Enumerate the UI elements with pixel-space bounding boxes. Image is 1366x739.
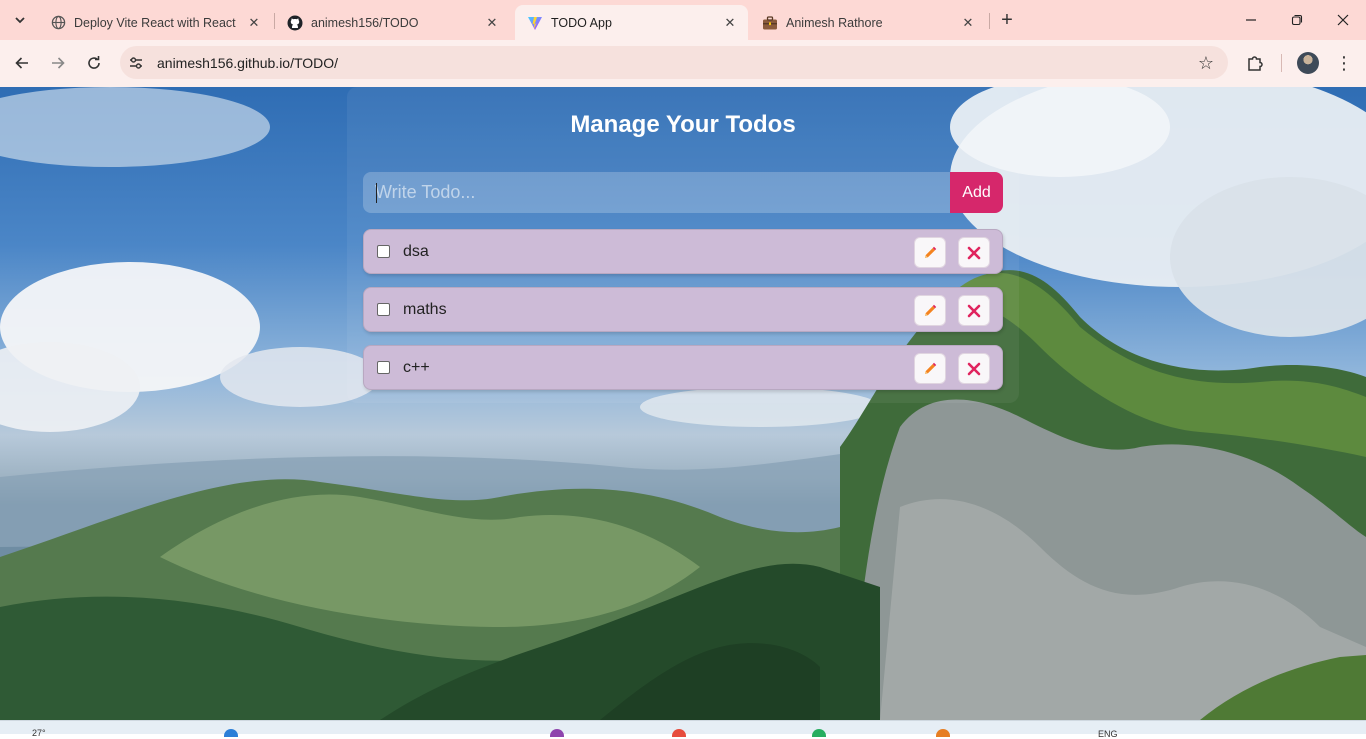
pencil-icon xyxy=(925,304,937,316)
pencil-icon xyxy=(925,246,937,258)
app-icon[interactable] xyxy=(550,729,564,737)
edit-todo-button[interactable] xyxy=(914,353,946,384)
reload-icon xyxy=(88,56,100,69)
more-vertical-icon: ⋮ xyxy=(1335,52,1353,73)
tab-title: Deploy Vite React with React Ro xyxy=(74,15,238,30)
todo-checkbox[interactable] xyxy=(377,303,390,316)
close-icon[interactable]: ✕ xyxy=(484,15,500,31)
url-text: animesh156.github.io/TODO/ xyxy=(157,54,339,71)
edit-todo-button[interactable] xyxy=(914,295,946,326)
toolbar-divider xyxy=(1281,54,1282,72)
tab-github-todo[interactable]: animesh156/TODO ✕ xyxy=(275,5,510,40)
address-bar[interactable]: animesh156.github.io/TODO/ ☆ xyxy=(120,46,1228,79)
page-title: Manage Your Todos xyxy=(570,111,796,138)
back-button[interactable] xyxy=(9,50,35,76)
site-settings-icon[interactable] xyxy=(126,53,146,73)
os-taskbar: 27° ENG xyxy=(0,720,1366,739)
weather-text: 27° xyxy=(32,728,46,738)
close-icon[interactable]: ✕ xyxy=(246,15,262,31)
tab-strip: Deploy Vite React with React Ro ✕ animes… xyxy=(0,0,1366,40)
delete-todo-button[interactable] xyxy=(958,295,990,326)
arrow-left-icon xyxy=(15,57,28,69)
pencil-icon xyxy=(925,362,937,374)
start-icon[interactable] xyxy=(224,729,238,737)
todo-text: c++ xyxy=(403,359,430,376)
close-icon xyxy=(967,304,981,317)
reload-button[interactable] xyxy=(81,50,107,76)
github-icon xyxy=(287,15,303,31)
close-icon xyxy=(967,246,981,259)
todo-checkbox[interactable] xyxy=(377,245,390,258)
close-icon[interactable]: ✕ xyxy=(960,15,976,31)
close-icon xyxy=(967,362,981,375)
briefcase-icon xyxy=(762,15,778,31)
language-indicator[interactable]: ENG xyxy=(1098,729,1118,739)
arrow-right-icon xyxy=(52,57,65,69)
forward-button[interactable] xyxy=(45,50,71,76)
tab-search-button[interactable] xyxy=(8,8,32,32)
tab-todo-app[interactable]: TODO App ✕ xyxy=(515,5,748,40)
new-tab-button[interactable]: + xyxy=(996,9,1018,31)
browser-toolbar: animesh156.github.io/TODO/ ☆ ⋮ xyxy=(0,40,1366,87)
globe-icon xyxy=(50,15,66,31)
close-icon xyxy=(1337,14,1349,26)
app-icon[interactable] xyxy=(936,729,950,737)
todo-text: maths xyxy=(403,301,447,318)
tab-divider xyxy=(989,13,990,29)
todo-checkbox[interactable] xyxy=(377,361,390,374)
close-icon[interactable]: ✕ xyxy=(722,15,738,31)
todo-item: c++ xyxy=(363,345,1003,390)
puzzle-icon xyxy=(1248,56,1263,71)
chevron-down-icon xyxy=(15,17,25,24)
restore-icon xyxy=(1291,14,1303,26)
todo-input[interactable] xyxy=(363,172,950,213)
add-todo-button[interactable]: Add xyxy=(950,172,1003,213)
tab-title: animesh156/TODO xyxy=(311,15,419,30)
delete-todo-button[interactable] xyxy=(958,353,990,384)
app-icon[interactable] xyxy=(672,729,686,737)
bookmark-star-icon[interactable]: ☆ xyxy=(1198,53,1214,74)
vite-icon xyxy=(527,15,543,31)
profile-avatar[interactable] xyxy=(1297,52,1319,74)
extensions-button[interactable] xyxy=(1244,52,1266,74)
tab-title: Animesh Rathore xyxy=(786,15,883,30)
restore-button[interactable] xyxy=(1274,6,1320,34)
tab-animesh-rathore[interactable]: Animesh Rathore ✕ xyxy=(750,5,986,40)
delete-todo-button[interactable] xyxy=(958,237,990,268)
minimize-button[interactable] xyxy=(1228,6,1274,34)
close-window-button[interactable] xyxy=(1320,6,1366,34)
todo-item: maths xyxy=(363,287,1003,332)
app-icon[interactable] xyxy=(812,729,826,737)
plus-icon: + xyxy=(1001,8,1013,31)
browser-menu-button[interactable]: ⋮ xyxy=(1334,52,1354,74)
tab-deploy-vite[interactable]: Deploy Vite React with React Ro ✕ xyxy=(38,5,272,40)
todo-app-card: Manage Your Todos Add dsa maths c++ xyxy=(347,87,1019,403)
text-caret xyxy=(376,183,377,203)
todo-item: dsa xyxy=(363,229,1003,274)
tab-title: TODO App xyxy=(551,15,612,30)
edit-todo-button[interactable] xyxy=(914,237,946,268)
todo-form: Add xyxy=(363,172,1003,213)
minimize-icon xyxy=(1246,19,1256,21)
todo-text: dsa xyxy=(403,243,429,260)
